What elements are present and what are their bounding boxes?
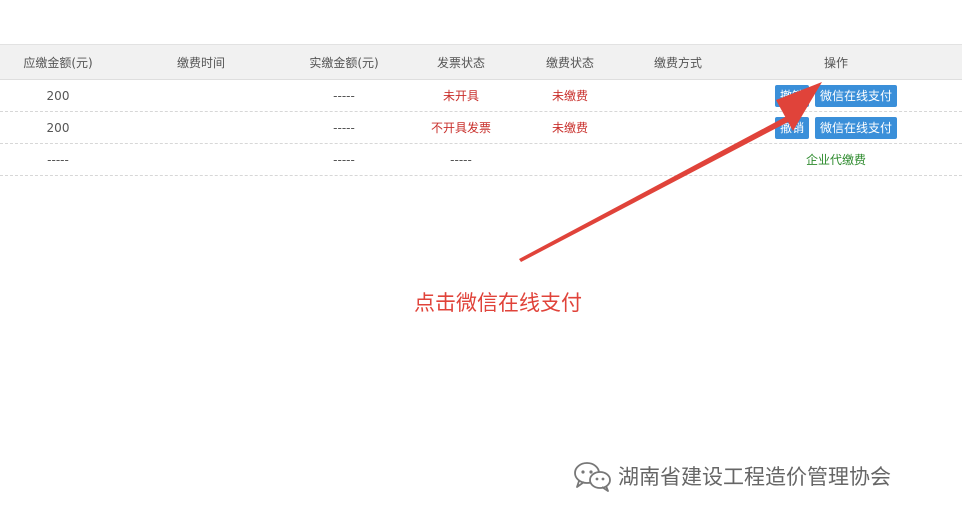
watermark-text: 湖南省建设工程造价管理协会	[618, 465, 891, 489]
table-row: 200 ----- 不开具发票 未缴费 撤销 微信在线支付	[0, 112, 962, 144]
due-amount-cell: -----	[47, 152, 69, 167]
pay-time-cell	[116, 80, 286, 111]
payment-status-cell	[520, 144, 620, 175]
payment-method-cell	[620, 112, 736, 143]
header-due-amount: 应缴金额(元)	[23, 55, 93, 70]
table-row: 200 ----- 未开具 未缴费 撤销 微信在线支付	[0, 80, 962, 112]
invoice-status-cell: 不开具发票	[430, 121, 491, 135]
wechat-pay-button[interactable]: 微信在线支付	[815, 116, 898, 139]
operation-cell: 撤销 微信在线支付	[736, 80, 936, 111]
operation-cell: 撤销 微信在线支付	[736, 112, 936, 143]
annotation-text: 点击微信在线支付	[414, 291, 582, 315]
header-operation: 操作	[823, 55, 848, 70]
header-invoice-status: 发票状态	[436, 55, 485, 70]
paid-amount-cell: -----	[333, 88, 355, 103]
pay-time-cell	[116, 112, 286, 143]
invoice-status-cell: 未开具	[442, 89, 479, 103]
cancel-button[interactable]: 撤销	[774, 116, 809, 139]
due-amount-cell: 200	[46, 88, 70, 103]
watermark: 湖南省建设工程造价管理协会	[572, 460, 891, 492]
header-payment-method: 缴费方式	[653, 55, 702, 70]
payment-status-cell: 未缴费	[551, 89, 588, 103]
header-payment-status: 缴费状态	[545, 55, 594, 70]
page: 应缴金额(元) 缴费时间 实缴金额(元) 发票状态 缴费状态 缴费方式 操作 2…	[0, 0, 962, 518]
header-paid-amount: 实缴金额(元)	[309, 55, 379, 70]
pay-time-cell	[116, 144, 286, 175]
wechat-icon	[574, 462, 611, 492]
operation-text: 企业代缴费	[805, 153, 866, 167]
table-header: 应缴金额(元) 缴费时间 实缴金额(元) 发票状态 缴费状态 缴费方式 操作	[0, 44, 962, 80]
invoice-status-cell: -----	[450, 152, 472, 167]
due-amount-cell: 200	[46, 120, 70, 135]
paid-amount-cell: -----	[333, 120, 355, 135]
header-pay-time: 缴费时间	[176, 55, 225, 70]
payment-table: 应缴金额(元) 缴费时间 实缴金额(元) 发票状态 缴费状态 缴费方式 操作 2…	[0, 44, 962, 176]
wechat-pay-button[interactable]: 微信在线支付	[815, 84, 898, 107]
payment-method-cell	[620, 144, 736, 175]
payment-status-cell: 未缴费	[551, 121, 588, 135]
paid-amount-cell: -----	[333, 152, 355, 167]
payment-method-cell	[620, 80, 736, 111]
cancel-button[interactable]: 撤销	[774, 84, 809, 107]
table-row: ----- ----- ----- 企业代缴费	[0, 144, 962, 176]
